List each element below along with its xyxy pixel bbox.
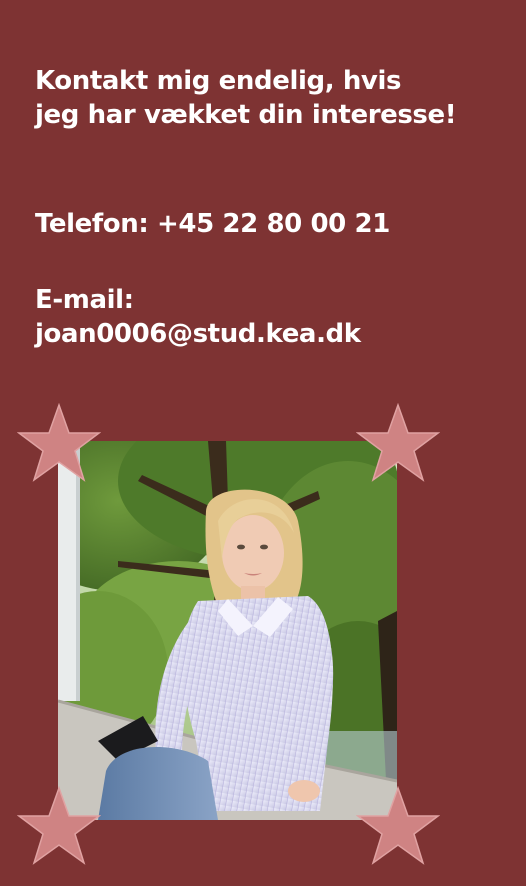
- phone-number[interactable]: Telefon: +45 22 80 00 21: [35, 207, 390, 241]
- star-icon: [17, 403, 101, 483]
- portrait-photo: [58, 441, 397, 820]
- contact-heading-line-1: Kontakt mig endelig, hvis: [35, 66, 402, 96]
- email-address[interactable]: joan0006@stud.kea.dk: [35, 317, 361, 351]
- email-block: E-mail: joan0006@stud.kea.dk: [35, 283, 361, 351]
- star-icon: [356, 786, 440, 866]
- star-icon: [17, 786, 101, 866]
- portrait-illustration: [58, 441, 397, 820]
- email-label: E-mail:: [35, 285, 134, 315]
- contact-heading: Kontakt mig endelig, hvis jeg har vækket…: [35, 64, 505, 132]
- contact-heading-line-2: jeg har vækket din interesse!: [35, 100, 457, 130]
- star-icon: [356, 403, 440, 483]
